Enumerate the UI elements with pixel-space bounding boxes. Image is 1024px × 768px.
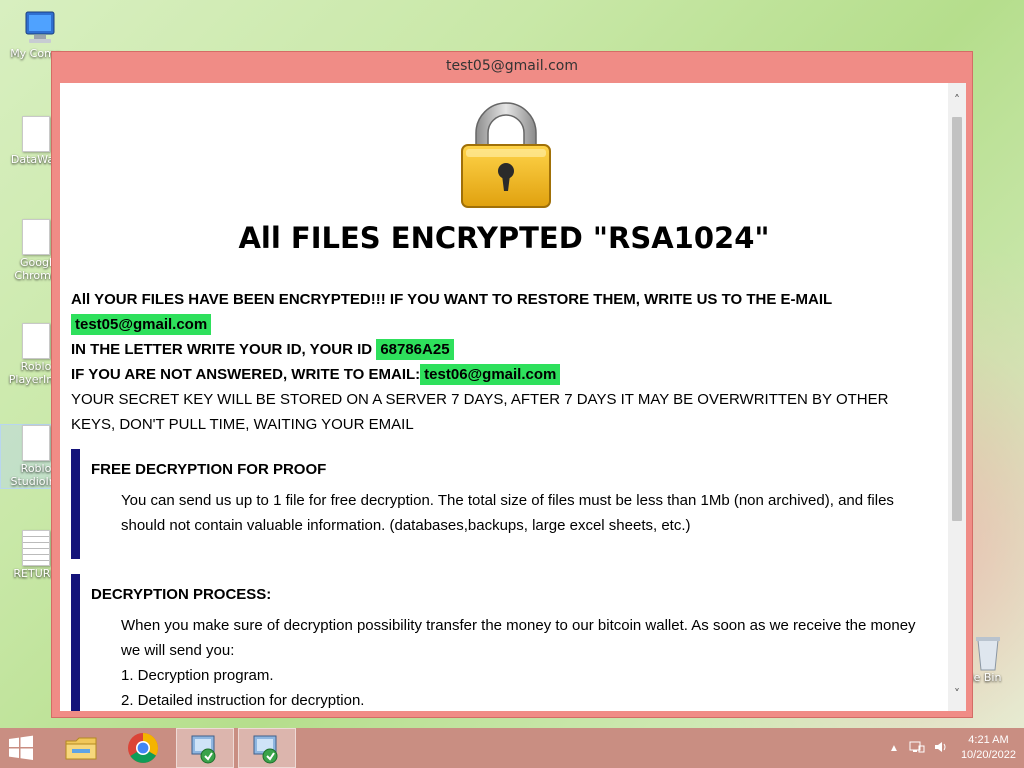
section-free-decryption: FREE DECRYPTION FOR PROOF You can send u…	[71, 449, 931, 559]
system-tray: ▲ 4:21 AM 10/20/2022	[889, 728, 1016, 768]
list-item: 1. Decryption program.	[121, 667, 274, 684]
ransom-window[interactable]: test05@gmail.com All FILES ENCRYPTED "RS…	[51, 51, 973, 718]
section-body: You can send us up to 1 file for free de…	[121, 492, 894, 534]
taskbar-installer-2[interactable]	[238, 728, 296, 768]
section-title: DECRYPTION PROCESS:	[91, 586, 272, 603]
list-item: 2. Detailed instruction for decryption.	[121, 692, 365, 709]
document-icon	[22, 219, 50, 255]
section-decryption-process: DECRYPTION PROCESS: When you make sure o…	[71, 574, 931, 711]
vertical-scrollbar[interactable]: ˄ ˅	[948, 83, 966, 711]
section-title: FREE DECRYPTION FOR PROOF	[91, 461, 327, 478]
primary-email-highlight: test05@gmail.com	[71, 314, 212, 335]
taskbar-chrome[interactable]	[114, 728, 172, 768]
message-line-2: IN THE LETTER WRITE YOUR ID, YOUR ID	[71, 341, 373, 358]
ransom-message: All YOUR FILES HAVE BEEN ENCRYPTED!!! IF…	[71, 287, 931, 437]
clock-date: 10/20/2022	[960, 749, 1016, 761]
document-icon	[22, 323, 50, 359]
recycle-bin-icon	[970, 632, 1002, 671]
ransom-note-content[interactable]: All FILES ENCRYPTED "RSA1024" All YOUR F…	[60, 83, 966, 711]
padlock-icon	[456, 95, 556, 211]
clock-time: 4:21 AM	[968, 734, 1009, 746]
text-file-icon	[22, 530, 50, 566]
scroll-down-arrow-icon[interactable]: ˅	[948, 685, 966, 703]
chrome-icon	[128, 733, 159, 763]
secondary-email-highlight: test06@gmail.com	[420, 364, 561, 385]
computer-icon	[20, 8, 55, 46]
window-title: test05@gmail.com	[446, 58, 578, 74]
windows-start-icon[interactable]	[6, 734, 38, 762]
network-icon[interactable]	[909, 740, 925, 757]
section-body: When you make sure of decryption possibi…	[121, 617, 916, 659]
file-explorer-icon	[65, 737, 97, 760]
message-line-1: All YOUR FILES HAVE BEEN ENCRYPTED!!! IF…	[71, 291, 833, 308]
volume-icon[interactable]	[933, 740, 949, 757]
clock[interactable]: 4:21 AM 10/20/2022	[961, 733, 1016, 763]
taskbar: ▲ 4:21 AM 10/20/2022	[0, 728, 1024, 768]
message-line-4: YOUR SECRET KEY WILL BE STORED ON A SERV…	[71, 391, 889, 433]
scroll-thumb[interactable]	[952, 117, 962, 521]
document-icon	[22, 116, 50, 152]
taskbar-file-explorer[interactable]	[52, 728, 110, 768]
installer-icon	[191, 735, 216, 764]
ransom-heading: All FILES ENCRYPTED "RSA1024"	[238, 221, 770, 255]
victim-id-highlight: 68786A25	[376, 339, 454, 360]
show-hidden-icons-icon[interactable]: ▲	[889, 743, 899, 754]
message-line-3: IF YOU ARE NOT ANSWERED, WRITE TO EMAIL:	[71, 366, 421, 383]
installer-icon	[253, 735, 278, 764]
document-icon	[22, 425, 50, 461]
taskbar-installer-1[interactable]	[176, 728, 234, 768]
scroll-up-arrow-icon[interactable]: ˄	[948, 91, 966, 109]
